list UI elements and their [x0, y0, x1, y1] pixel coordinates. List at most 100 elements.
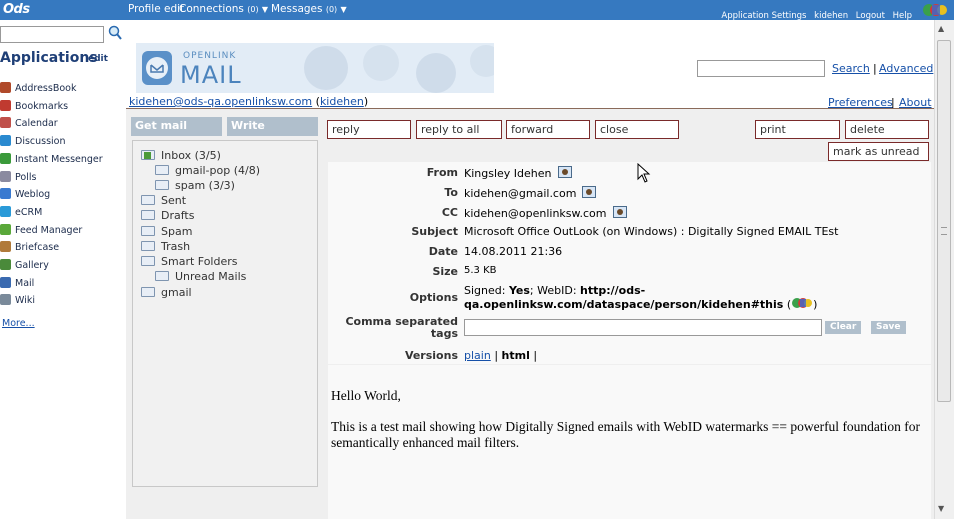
reply-button[interactable]: reply [327, 120, 411, 139]
sidebar-item-ecrm[interactable]: eCRM [0, 205, 120, 220]
application-settings-link[interactable]: Application Settings [721, 11, 806, 21]
folder-icon [141, 256, 155, 266]
scroll-down-icon[interactable]: ▼ [938, 504, 944, 513]
sidebar-item-bookmarks[interactable]: Bookmarks [0, 99, 120, 114]
sidebar-item-label: eCRM [15, 206, 43, 218]
messages-menu[interactable]: Messages (0) ▼ [271, 3, 347, 15]
plain-version-link[interactable]: plain [464, 349, 491, 362]
folder-item[interactable]: Spam [141, 225, 301, 239]
sidebar-item-addressbook[interactable]: AddressBook [0, 82, 120, 96]
versions-label: Versions [404, 349, 458, 362]
user-link[interactable]: kidehen [814, 11, 848, 21]
sidebar-item-feed-manager[interactable]: Feed Manager [0, 223, 120, 238]
connections-menu[interactable]: Connections (0) ▼ [179, 3, 268, 15]
sidebar-item-label: Mail [15, 277, 35, 289]
delete-button[interactable]: delete [845, 120, 929, 139]
tags-input[interactable] [464, 319, 822, 336]
mail-search-input[interactable] [697, 60, 825, 77]
get-mail-button[interactable]: Get mail [131, 117, 222, 136]
sidebar-item-calendar[interactable]: Calendar [0, 117, 120, 131]
cc-label: CC [441, 206, 458, 219]
mouse-cursor-icon [637, 163, 651, 183]
sidebar-item-briefcase[interactable]: Briefcase [0, 241, 120, 255]
account-user-link[interactable]: kidehen [320, 95, 364, 108]
folder-item[interactable]: gmail [141, 286, 301, 300]
to-address: kidehen@gmail.com [464, 187, 577, 200]
subject-label: Subject [411, 225, 458, 238]
account-email-link[interactable]: kidehen@ods-qa.openlinksw.com [129, 95, 312, 108]
grip-icon [941, 227, 947, 235]
openlink-mail-banner: OPENLINK MAIL [136, 43, 494, 93]
webid-icon[interactable] [791, 297, 813, 309]
versions-value: plain | html | [464, 349, 537, 362]
messenger-icon [0, 152, 11, 164]
top-links: Application Settings kidehen Logout Help [716, 11, 912, 21]
folder-icon [141, 226, 155, 236]
vertical-scrollbar[interactable]: ▲ ▼ [934, 20, 954, 519]
reply-all-button[interactable]: reply to all [416, 120, 502, 139]
folder-item[interactable]: Inbox (3/5) [141, 149, 301, 163]
folder-item[interactable]: Drafts [141, 209, 301, 223]
help-link[interactable]: Help [893, 11, 912, 21]
mail-logo-icon [142, 51, 172, 85]
folder-item[interactable]: Smart Folders [141, 255, 301, 269]
close-button[interactable]: close [595, 120, 679, 139]
profile-menu[interactable]: Profile edit [128, 3, 184, 15]
more-apps-link[interactable]: More... [2, 318, 35, 329]
sidebar-item-gallery[interactable]: Gallery [0, 259, 120, 273]
scroll-thumb[interactable] [937, 40, 951, 402]
vcard-icon[interactable] [582, 186, 597, 198]
vcard-icon[interactable] [612, 206, 627, 218]
sidebar-item-instant-messenger[interactable]: Instant Messenger [0, 152, 120, 167]
from-name: Kingsley Idehen [464, 167, 552, 180]
subject-value: Microsoft Office OutLook (on Windows) : … [464, 225, 839, 238]
ods-logo[interactable]: Ods [3, 2, 30, 17]
date-row: Date 14.08.2011 21:36 [328, 242, 931, 262]
folder-label: Unread Mails [175, 270, 247, 283]
folder-icon [141, 287, 155, 297]
sidebar-item-label: AddressBook [15, 83, 77, 94]
webid-icon[interactable] [922, 2, 948, 18]
advanced-search-link[interactable]: Advanced [879, 62, 933, 75]
scroll-up-icon[interactable]: ▲ [938, 24, 944, 33]
sidebar-item-polls[interactable]: Polls [0, 170, 120, 185]
logout-link[interactable]: Logout [856, 11, 885, 21]
sidebar-item-mail[interactable]: Mail [0, 276, 120, 291]
body-line: This is a test mail showing how Digitall… [331, 419, 921, 434]
tags-label-line2: tags [430, 327, 458, 340]
folder-item[interactable]: Trash [141, 240, 301, 254]
forward-button[interactable]: forward [506, 120, 590, 139]
sidebar-search-input[interactable] [0, 26, 104, 43]
sidebar-item-wiki[interactable]: Wiki [0, 294, 120, 308]
folder-item[interactable]: Unread Mails [155, 270, 315, 284]
body-greeting: Hello World, [331, 388, 401, 403]
save-tags-button[interactable]: Save [871, 321, 906, 334]
date-label: Date [428, 245, 458, 258]
discussion-icon [0, 135, 11, 147]
sidebar-item-discussion[interactable]: Discussion [0, 135, 120, 149]
mark-unread-button[interactable]: mark as unread [828, 142, 929, 161]
addressbook-icon [0, 82, 11, 93]
signed-label: Signed: [464, 284, 506, 297]
date-value: 14.08.2011 21:36 [464, 245, 563, 258]
folder-label: Inbox (3/5) [161, 149, 221, 162]
write-button[interactable]: Write [227, 117, 318, 136]
folder-item[interactable]: Sent [141, 194, 301, 208]
feed-icon [0, 223, 11, 235]
gallery-icon [0, 259, 11, 270]
size-value: 5.3 KB [464, 265, 497, 276]
folder-item[interactable]: spam (3/3) [155, 179, 315, 193]
print-button[interactable]: print [755, 120, 840, 139]
folder-label: Drafts [161, 209, 195, 222]
sidebar-item-weblog[interactable]: Weblog [0, 188, 120, 202]
clear-tags-button[interactable]: Clear [825, 321, 862, 334]
search-link[interactable]: Search [832, 62, 870, 75]
applications-edit-link[interactable]: edit [88, 54, 108, 64]
tags-row: Comma separated tags Clear Save [328, 312, 931, 346]
folder-item[interactable]: gmail-pop (4/8) [155, 164, 315, 178]
sidebar-item-label: Calendar [15, 118, 58, 130]
vcard-icon[interactable] [557, 166, 572, 178]
separator: | [533, 349, 538, 362]
search-icon[interactable] [108, 25, 122, 41]
html-version-label: html [501, 349, 530, 362]
